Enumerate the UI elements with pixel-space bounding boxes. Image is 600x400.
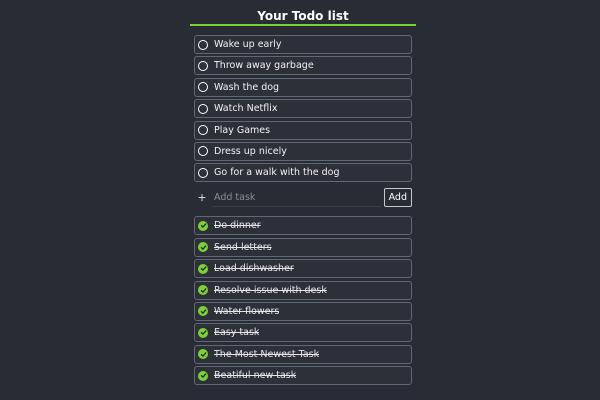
pending-task-list: Wake up early Throw away garbage Wash th… — [190, 35, 416, 183]
task-item[interactable]: Dress up nicely — [194, 141, 412, 161]
unchecked-circle-icon[interactable] — [198, 167, 208, 178]
unchecked-circle-icon[interactable] — [198, 82, 208, 93]
task-label: Resolve issue with desk — [214, 284, 327, 296]
task-item[interactable]: Play Games — [194, 120, 412, 140]
task-label: The Most Newest Task — [214, 348, 320, 360]
checkmark-circle-icon[interactable] — [198, 263, 208, 274]
checkmark-circle-icon[interactable] — [198, 242, 208, 253]
unchecked-circle-icon[interactable] — [198, 39, 208, 50]
unchecked-circle-icon[interactable] — [198, 103, 208, 114]
task-label: Throw away garbage — [214, 60, 314, 72]
completed-task-item[interactable]: Load dishwasher — [194, 259, 412, 279]
checkmark-circle-icon[interactable] — [198, 349, 208, 360]
task-item[interactable]: Throw away garbage — [194, 56, 412, 76]
completed-task-item[interactable]: Do dinner — [194, 216, 412, 236]
completed-task-item[interactable]: Water flowers — [194, 301, 412, 321]
task-label: Go for a walk with the dog — [214, 167, 340, 179]
task-label: Dress up nicely — [214, 145, 287, 157]
task-label: Play Games — [214, 124, 271, 136]
task-label: Water flowers — [214, 305, 280, 317]
task-label: Wake up early — [214, 39, 282, 50]
completed-task-item[interactable]: Easy task — [194, 323, 412, 343]
task-label: Beatiful new task — [214, 370, 297, 382]
checkmark-circle-icon[interactable] — [198, 285, 208, 296]
checkmark-circle-icon[interactable] — [198, 327, 208, 338]
checkmark-circle-icon[interactable] — [198, 370, 208, 381]
task-label: Load dishwasher — [214, 263, 294, 275]
task-label: Send letters — [214, 241, 272, 253]
task-item[interactable]: Go for a walk with the dog — [194, 163, 412, 183]
checkmark-circle-icon[interactable] — [198, 220, 208, 231]
task-label: Wash the dog — [214, 81, 280, 93]
completed-task-item[interactable]: Beatiful new task — [194, 366, 412, 386]
task-label: Do dinner — [214, 220, 261, 232]
completed-task-item[interactable]: The Most Newest Task — [194, 344, 412, 364]
completed-task-item[interactable]: Send letters — [194, 237, 412, 257]
task-item[interactable]: Wake up early — [194, 35, 412, 54]
task-item[interactable]: Wash the dog — [194, 77, 412, 97]
task-label: Easy task — [214, 327, 260, 339]
unchecked-circle-icon[interactable] — [198, 60, 208, 71]
unchecked-circle-icon[interactable] — [198, 146, 208, 157]
todo-app: Your Todo list Wake up early Throw away … — [190, 0, 416, 387]
task-item[interactable]: Watch Netflix — [194, 99, 412, 119]
task-label: Watch Netflix — [214, 103, 278, 115]
completed-task-list: Do dinner Send letters Load dishwasher R… — [190, 216, 416, 386]
completed-task-item[interactable]: Resolve issue with desk — [194, 280, 412, 300]
add-task-button[interactable]: Add — [383, 188, 412, 208]
checkmark-circle-icon[interactable] — [198, 306, 208, 317]
unchecked-circle-icon[interactable] — [198, 125, 208, 136]
add-task-input[interactable] — [212, 188, 381, 207]
page-title: Your Todo list — [190, 0, 416, 26]
add-task-form: + Add — [194, 188, 412, 208]
plus-icon: + — [197, 191, 207, 205]
